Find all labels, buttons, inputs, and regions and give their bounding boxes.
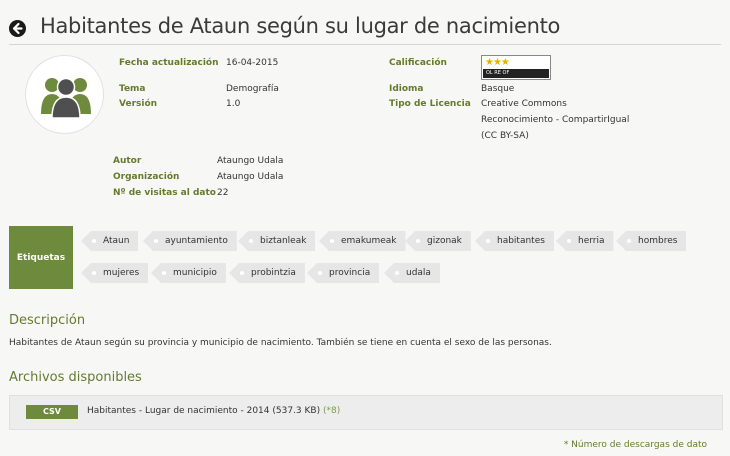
tag-item[interactable]: mujeres — [81, 263, 149, 283]
tag-item[interactable]: ayuntamiento — [143, 231, 237, 251]
rating-label: Calificación — [389, 58, 447, 68]
tag-item[interactable]: provincia — [307, 263, 380, 283]
tag-item[interactable]: biztanleak — [238, 231, 316, 251]
topic-value: Demografía — [226, 84, 279, 94]
description-heading: Descripción — [9, 313, 86, 328]
tag-item[interactable]: emakumeak — [319, 231, 406, 251]
arrow-left-circle-icon[interactable] — [9, 20, 26, 37]
tag-item[interactable]: gizonak — [405, 231, 471, 251]
tag-item[interactable]: municipio — [151, 263, 226, 283]
page-title: Habitantes de Ataun según su lugar de na… — [40, 14, 561, 38]
file-row: CSV Habitantes - Lugar de nacimiento - 2… — [9, 395, 723, 430]
tags-heading: Etiquetas — [9, 226, 73, 289]
downloads-footnote: * Número de descargas de dato — [563, 440, 707, 450]
tag-item[interactable]: probintzia — [229, 263, 305, 283]
license-label: Tipo de Licencia — [389, 99, 471, 109]
tag-item[interactable]: Ataun — [81, 231, 139, 251]
language-value: Basque — [481, 84, 515, 94]
version-label: Versión — [119, 99, 158, 109]
tag-item[interactable]: herria — [556, 231, 614, 251]
language-label: Idioma — [389, 84, 424, 94]
license-line-1: Creative Commons — [481, 99, 567, 109]
organization-label: Organización — [113, 172, 180, 182]
visits-label: Nº de visitas al dato — [113, 188, 216, 198]
license-line-2: Reconocimiento - CompartirIgual — [481, 115, 630, 125]
file-name[interactable]: Habitantes - Lugar de nacimiento - 2014 … — [87, 406, 340, 416]
rating-badge: ★★★ OL RE OF — [481, 55, 551, 80]
author-label: Autor — [113, 156, 142, 166]
topic-label: Tema — [119, 84, 146, 94]
download-count: (*8) — [322, 406, 341, 416]
organization-value: Ataungo Udala — [217, 172, 284, 182]
author-value: Ataungo Udala — [217, 156, 284, 166]
updated-value: 16-04-2015 — [226, 58, 279, 68]
visits-value: 22 — [217, 188, 229, 198]
description-text: Habitantes de Ataun según su provincia y… — [9, 338, 552, 348]
dataset-avatar — [25, 55, 104, 134]
file-name-text[interactable]: Habitantes - Lugar de nacimiento - 2014 … — [87, 406, 320, 416]
files-heading: Archivos disponibles — [9, 370, 142, 385]
csv-download-button[interactable]: CSV — [26, 405, 78, 419]
people-group-icon — [41, 77, 91, 118]
rating-bar-text: OL RE OF — [483, 69, 549, 78]
tag-item[interactable]: udala — [384, 263, 440, 283]
version-value: 1.0 — [226, 99, 241, 109]
license-line-3: (CC BY-SA) — [481, 131, 529, 141]
updated-label: Fecha actualización — [119, 58, 219, 68]
title-bar: Habitantes de Ataun según su lugar de na… — [9, 13, 721, 45]
tag-item[interactable]: hombres — [616, 231, 687, 251]
rating-stars: ★★★ — [485, 57, 510, 68]
tag-item[interactable]: habitantes — [475, 231, 554, 251]
